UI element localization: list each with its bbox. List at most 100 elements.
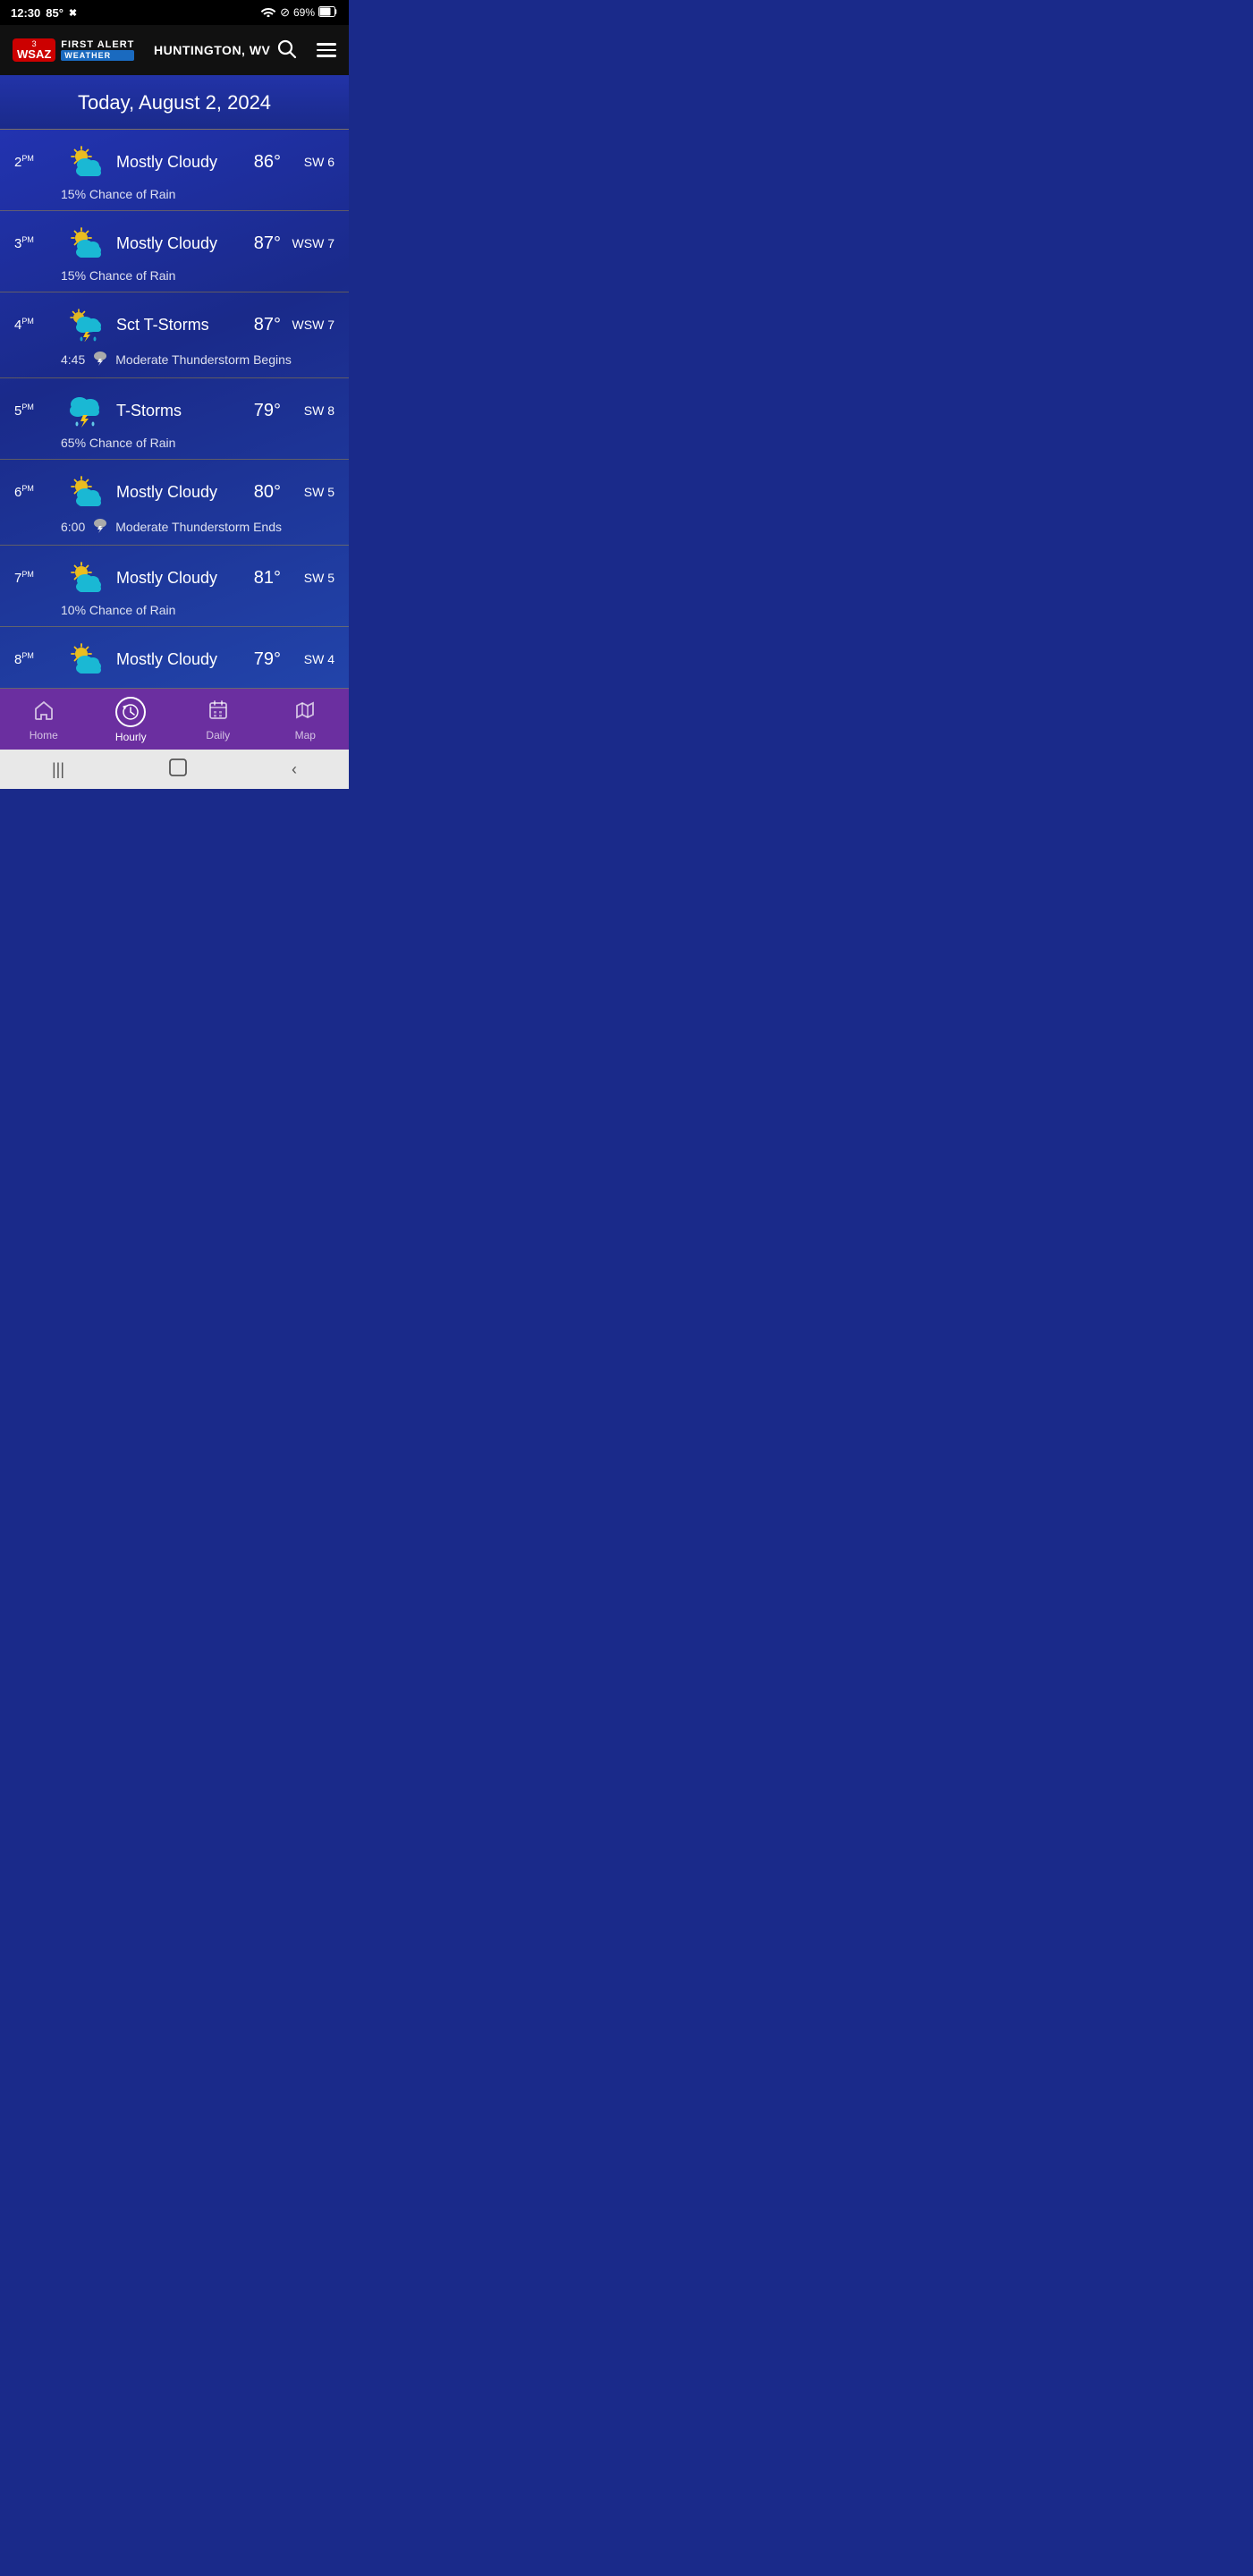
sub-text: 65% Chance of Rain — [61, 436, 175, 450]
weather-icon — [61, 391, 111, 430]
status-bar: 12:30 85° ✖ ⊘ 69% — [0, 0, 349, 25]
thunderstorm-event-icon — [92, 517, 108, 536]
hour-time: 2PM — [14, 154, 61, 170]
weather-main-row: 8PM Mostly Cloudy 79° SW 4 — [14, 640, 334, 679]
temperature: 86° — [232, 152, 281, 173]
thunderstorm-event-icon — [92, 350, 108, 369]
battery-icon — [318, 6, 338, 20]
weather-sub: 15% Chance of Rain — [14, 187, 334, 201]
status-left: 12:30 85° ✖ — [11, 6, 77, 20]
hour-time: 3PM — [14, 235, 61, 251]
bottom-nav: Home Hourly Daily — [0, 689, 349, 750]
condition-text: T-Storms — [116, 402, 232, 420]
location-text: HUNTINGTON, WV — [154, 43, 270, 57]
logo-box: 3 WSAZ — [13, 38, 55, 62]
condition-text: Mostly Cloudy — [116, 650, 232, 669]
nav-label: Daily — [206, 729, 230, 741]
weather-icon — [61, 472, 111, 512]
sub-text: 10% Chance of Rain — [61, 603, 175, 617]
weather-icon — [61, 558, 111, 597]
condition-text: Sct T-Storms — [116, 316, 232, 335]
location-display[interactable]: HUNTINGTON, WV — [154, 39, 297, 62]
menu-button[interactable] — [317, 43, 336, 57]
search-icon[interactable] — [277, 39, 297, 62]
nav-label: Hourly — [115, 731, 147, 743]
hour-time: 8PM — [14, 651, 61, 667]
sub-event-text: Moderate Thunderstorm Begins — [115, 352, 292, 367]
weather-row: 8PM Mostly Cloudy 79° SW 4 — [0, 627, 349, 689]
wind-speed: SW 8 — [290, 403, 334, 418]
hour-time: 5PM — [14, 402, 61, 419]
hour-time: 4PM — [14, 317, 61, 333]
status-temp-icon: ✖ — [69, 7, 77, 19]
weather-sub: 65% Chance of Rain — [14, 436, 334, 450]
sub-text: 15% Chance of Rain — [61, 268, 175, 283]
logo-station: WSAZ — [17, 48, 51, 60]
temperature: 87° — [232, 315, 281, 335]
condition-text: Mostly Cloudy — [116, 234, 232, 253]
temperature: 87° — [232, 233, 281, 254]
daily-nav-icon — [207, 699, 229, 726]
condition-text: Mostly Cloudy — [116, 569, 232, 588]
weather-sub: 4:45 Moderate Thunderstorm Begins — [14, 350, 334, 369]
home-button[interactable] — [168, 758, 188, 782]
wind-speed: SW 5 — [290, 485, 334, 499]
nav-item-daily[interactable]: Daily — [187, 699, 250, 741]
wind-speed: SW 4 — [290, 652, 334, 666]
temperature: 80° — [232, 482, 281, 503]
logo-weather: WEATHER — [61, 50, 134, 61]
weather-row: 3PM Mostly Cloudy 87° WSW 7 15% Chance o… — [0, 211, 349, 292]
map-nav-icon — [294, 699, 316, 726]
dnd-icon: ⊘ — [280, 5, 290, 20]
system-nav: ||| ‹ — [0, 750, 349, 789]
hour-time: 6PM — [14, 484, 61, 500]
sub-text: 15% Chance of Rain — [61, 187, 175, 201]
weather-main-row: 3PM Mostly Cloudy 87° WSW 7 — [14, 224, 334, 263]
app-header: 3 WSAZ FIRST ALERT WEATHER HUNTINGTON, W… — [0, 25, 349, 75]
back-button[interactable]: ‹ — [292, 760, 297, 779]
temperature: 79° — [232, 649, 281, 670]
sub-event-time: 4:45 — [61, 352, 85, 367]
sub-event-time: 6:00 — [61, 520, 85, 534]
weather-sub: 10% Chance of Rain — [14, 603, 334, 617]
status-temp: 85° — [46, 6, 63, 20]
status-time: 12:30 — [11, 6, 40, 20]
nav-label: Home — [30, 729, 58, 741]
weather-sub: 6:00 Moderate Thunderstorm Ends — [14, 517, 334, 536]
recent-apps-button[interactable]: ||| — [52, 760, 64, 779]
weather-main-row: 5PM T-Storms 79° SW 8 — [14, 391, 334, 430]
weather-main-row: 7PM Mostly Cloudy 81° SW 5 — [14, 558, 334, 597]
condition-text: Mostly Cloudy — [116, 153, 232, 172]
hour-time: 7PM — [14, 570, 61, 586]
weather-row: 7PM Mostly Cloudy 81° SW 5 10% Chance of… — [0, 546, 349, 627]
weather-main-row: 6PM Mostly Cloudy 80° SW 5 — [14, 472, 334, 512]
weather-row: 4PM Sct T-Storms 87° WSW 7 4:45 — [0, 292, 349, 378]
home-nav-icon — [33, 699, 55, 726]
weather-icon — [61, 224, 111, 263]
weather-icon — [61, 142, 111, 182]
nav-label: Map — [295, 729, 316, 741]
weather-row: 6PM Mostly Cloudy 80° SW 5 6:00 — [0, 460, 349, 546]
hourly-nav-icon — [115, 697, 146, 727]
weather-row: 5PM T-Storms 79° SW 8 65% Chance of Rain — [0, 378, 349, 460]
condition-text: Mostly Cloudy — [116, 483, 232, 502]
logo-first-alert: FIRST ALERT — [61, 39, 134, 50]
logo: 3 WSAZ FIRST ALERT WEATHER — [13, 38, 134, 62]
weather-icon — [61, 305, 111, 344]
wind-speed: WSW 7 — [290, 318, 334, 332]
wind-speed: SW 6 — [290, 155, 334, 169]
weather-row: 2PM Mostly Cloudy 86° SW 6 15% Chance of… — [0, 130, 349, 211]
weather-main-row: 4PM Sct T-Storms 87° WSW 7 — [14, 305, 334, 344]
hourly-weather-list: 2PM Mostly Cloudy 86° SW 6 15% Chance of… — [0, 130, 349, 689]
status-right: ⊘ 69% — [260, 5, 338, 20]
temperature: 79° — [232, 401, 281, 421]
weather-sub: 15% Chance of Rain — [14, 268, 334, 283]
weather-main-row: 2PM Mostly Cloudy 86° SW 6 — [14, 142, 334, 182]
wifi-icon — [260, 5, 276, 20]
nav-item-hourly[interactable]: Hourly — [99, 697, 162, 743]
date-text: Today, August 2, 2024 — [78, 91, 271, 114]
nav-item-home[interactable]: Home — [13, 699, 75, 741]
nav-item-map[interactable]: Map — [274, 699, 336, 741]
sub-event-text: Moderate Thunderstorm Ends — [115, 520, 282, 534]
battery-percent: 69% — [293, 6, 315, 19]
